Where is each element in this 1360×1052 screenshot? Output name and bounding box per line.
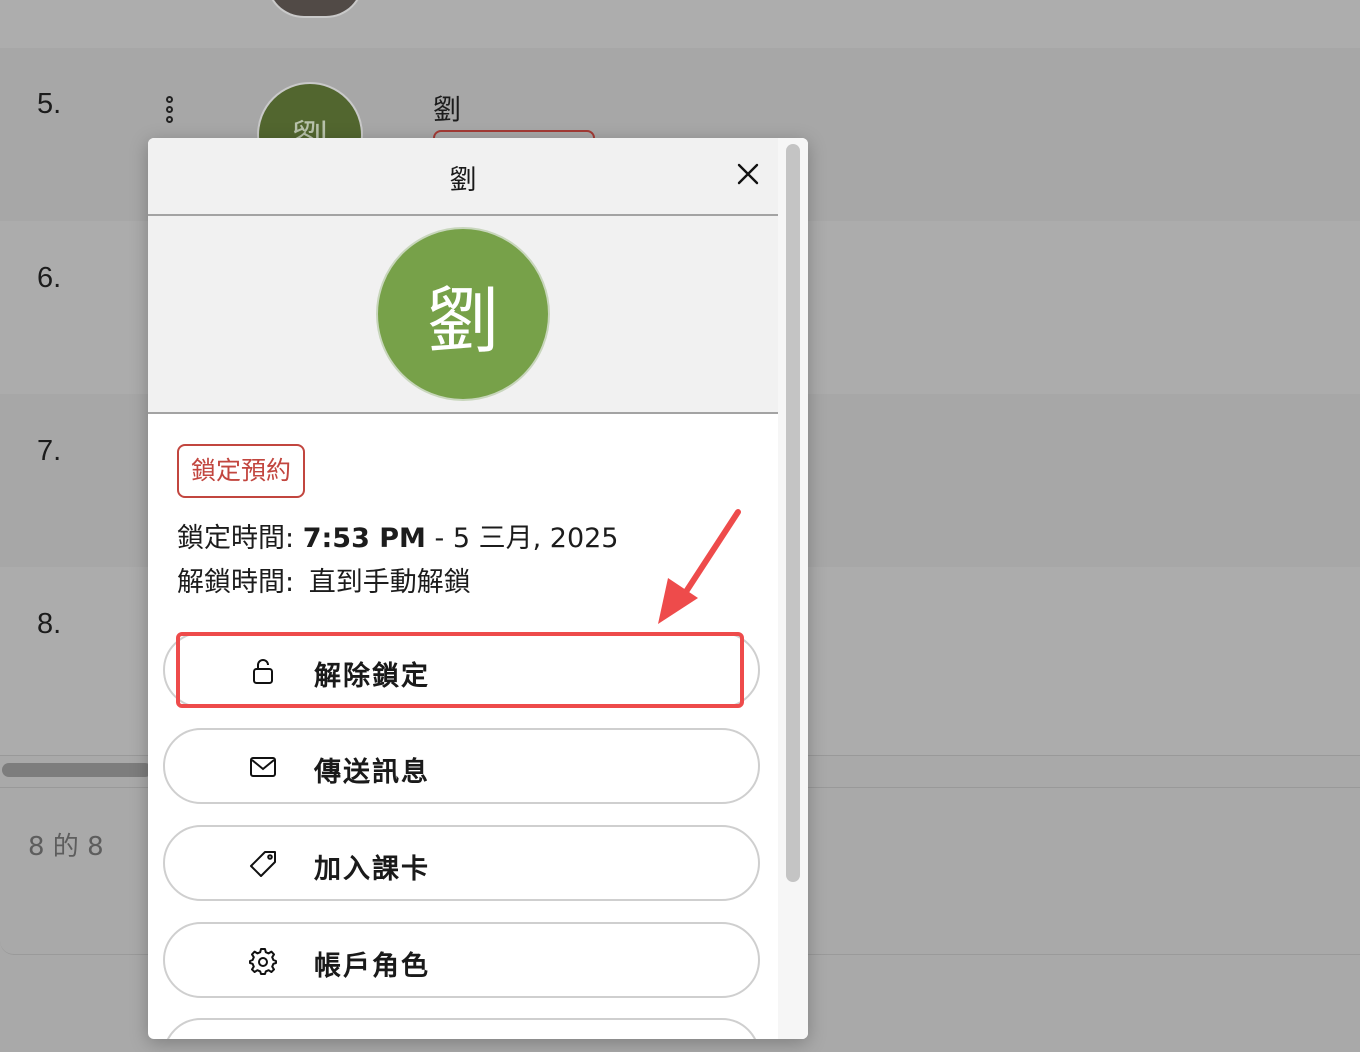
- scrollbar-thumb[interactable]: [2, 763, 152, 777]
- account-role-button[interactable]: 帳戶角色: [163, 922, 760, 998]
- highlight-box: [176, 632, 744, 708]
- lock-time-label: 鎖定時間:: [177, 523, 295, 554]
- more-action-button[interactable]: [163, 1018, 760, 1039]
- row-number: 8.: [37, 608, 62, 640]
- status-badge: 鎖定預約: [177, 444, 306, 498]
- button-label: 帳戶角色: [314, 951, 430, 982]
- unlock-time: 解鎖時間: 直到手動解鎖: [177, 560, 471, 599]
- row-number: 5.: [37, 88, 62, 120]
- avatar-section: 劉: [148, 216, 778, 414]
- list-row-4-tail: [0, 0, 1360, 48]
- add-class-card-button[interactable]: 加入課卡: [163, 825, 760, 901]
- button-label: 加入課卡: [314, 854, 430, 885]
- lock-time-date: - 5 三月, 2025: [434, 523, 619, 554]
- avatar-initial: 劉: [426, 278, 499, 363]
- gear-icon: [249, 947, 277, 975]
- unlock-time-label: 解鎖時間:: [177, 567, 295, 598]
- user-name: 劉: [433, 93, 462, 126]
- envelope-icon: [249, 753, 277, 781]
- button-label: 傳送訊息: [314, 757, 430, 788]
- close-icon[interactable]: [736, 162, 760, 186]
- more-options-icon[interactable]: [166, 96, 176, 126]
- modal-header: 劉: [148, 138, 778, 216]
- tag-icon: [249, 850, 277, 878]
- pagination-count: 8 的 8: [28, 832, 104, 862]
- unlock-time-value: 直到手動解鎖: [308, 567, 471, 598]
- lock-time: 鎖定時間: 7:53 PM - 5 三月, 2025: [177, 516, 618, 555]
- lock-time-value: 7:53 PM: [302, 523, 426, 554]
- arrow-icon: [658, 509, 741, 624]
- row-number: 6.: [37, 262, 62, 294]
- scrollbar-thumb[interactable]: [786, 144, 800, 882]
- avatar: 劉: [376, 227, 550, 401]
- send-message-button[interactable]: 傳送訊息: [163, 728, 760, 804]
- row-number: 7.: [37, 435, 62, 467]
- modal-title: 劉: [449, 165, 477, 196]
